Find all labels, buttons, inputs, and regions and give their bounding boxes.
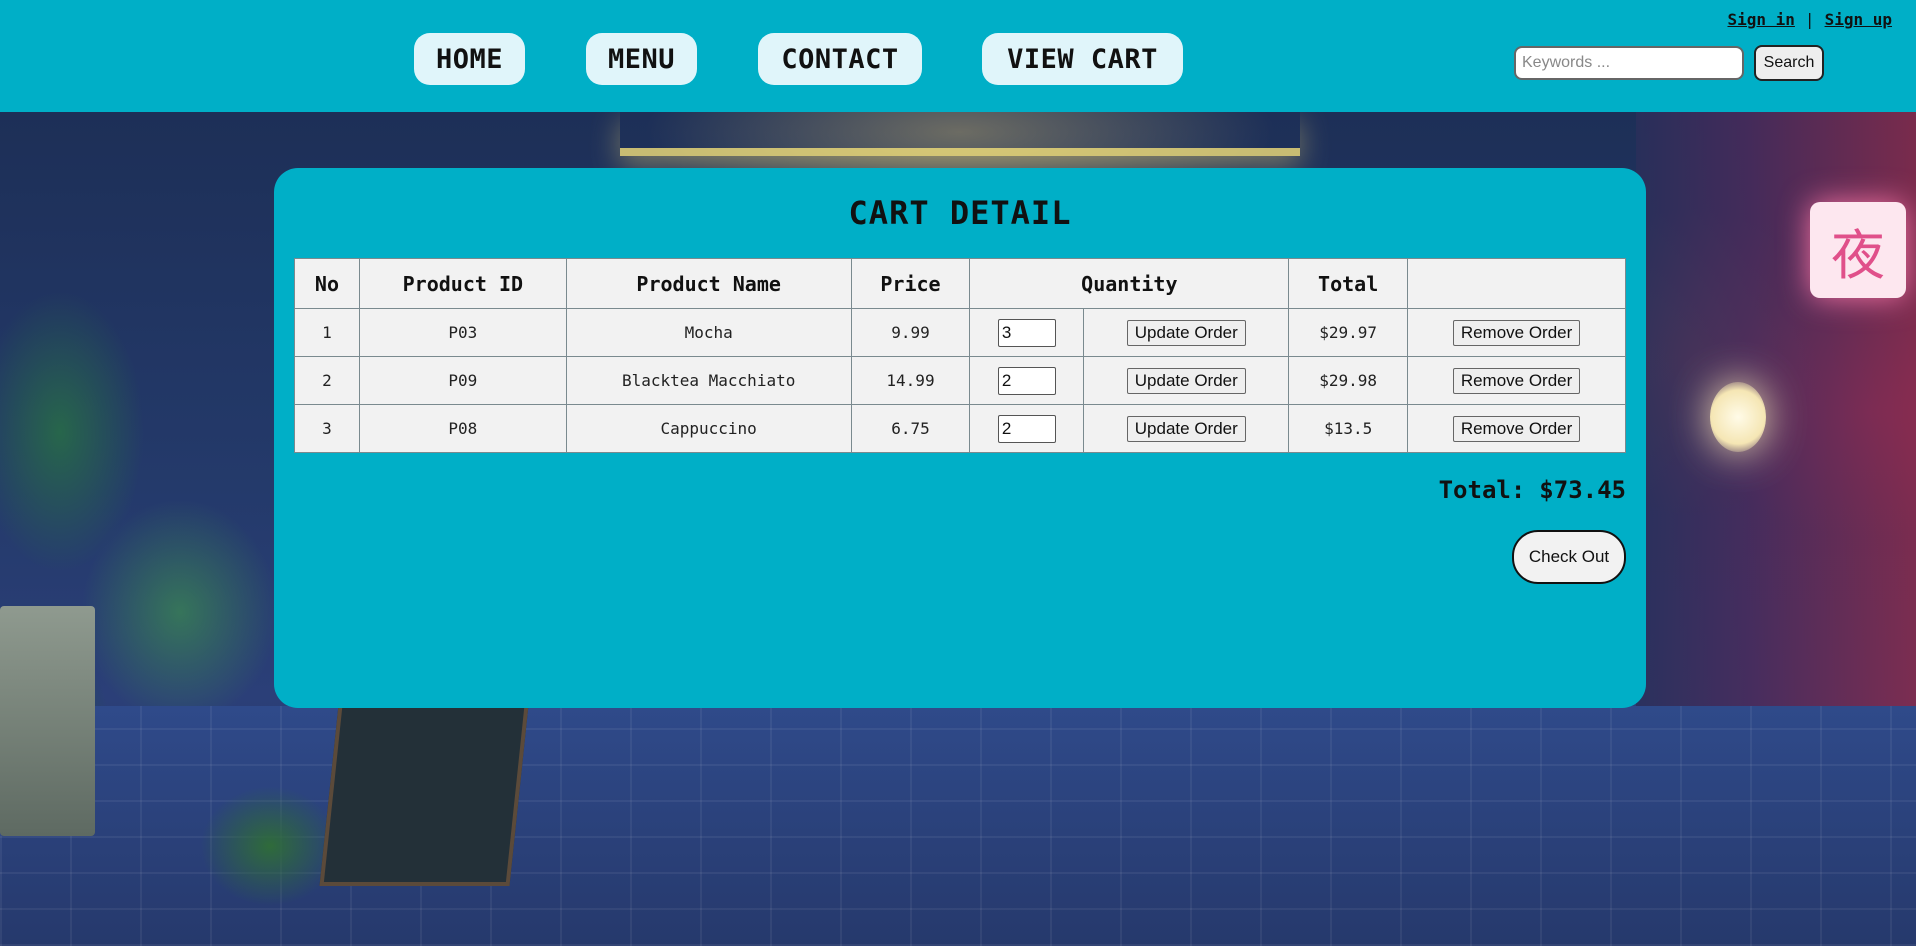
trash-bin xyxy=(0,606,95,836)
update-order-button[interactable]: Update Order xyxy=(1126,367,1246,394)
remove-order-button[interactable]: Remove Order xyxy=(1452,415,1581,442)
checkout-button[interactable]: Check Out xyxy=(1512,530,1626,584)
neon-sign-strip xyxy=(620,112,1300,156)
cell-no: 2 xyxy=(294,356,360,405)
grand-total-value: $73.45 xyxy=(1539,476,1626,504)
column-header-product-id: Product ID xyxy=(358,258,567,309)
column-header-actions xyxy=(1407,258,1626,309)
cell-product-name: Blacktea Macchiato xyxy=(565,356,852,405)
cell-quantity xyxy=(969,308,1085,357)
cell-no: 1 xyxy=(294,308,360,357)
site-header: HOME MENU CONTACT VIEW CART Sign in | Si… xyxy=(0,0,1916,112)
sign-in-link[interactable]: Sign in xyxy=(1727,10,1794,29)
quantity-input[interactable] xyxy=(997,414,1056,443)
cell-product-name: Cappuccino xyxy=(565,404,852,453)
cell-total: $29.98 xyxy=(1288,356,1409,405)
column-header-no: No xyxy=(294,258,360,309)
column-header-product-name: Product Name xyxy=(565,258,852,309)
quantity-input[interactable] xyxy=(997,366,1056,395)
auth-separator: | xyxy=(1804,10,1815,29)
cell-remove: Remove Order xyxy=(1407,308,1626,357)
cell-quantity xyxy=(969,356,1085,405)
cell-no: 3 xyxy=(294,404,360,453)
cell-remove: Remove Order xyxy=(1407,356,1626,405)
cell-price: 14.99 xyxy=(850,356,971,405)
cell-total: $13.5 xyxy=(1288,404,1409,453)
hanging-lamp xyxy=(1710,382,1766,452)
nav-home-button[interactable]: HOME xyxy=(414,33,525,85)
table-row: 1 P03 Mocha 9.99 Update Order $29.97 Rem… xyxy=(294,308,1626,357)
page-title: CART DETAIL xyxy=(848,194,1072,232)
table-row: 3 P08 Cappuccino 6.75 Update Order $13.5… xyxy=(294,404,1626,453)
cell-total: $29.97 xyxy=(1288,308,1409,357)
update-order-button[interactable]: Update Order xyxy=(1126,319,1246,346)
search-input[interactable] xyxy=(1514,46,1744,80)
sign-up-link[interactable]: Sign up xyxy=(1825,10,1892,29)
update-order-button[interactable]: Update Order xyxy=(1126,415,1246,442)
column-header-quantity: Quantity xyxy=(969,258,1290,309)
cart-table: No Product ID Product Name Price Quantit… xyxy=(294,258,1626,453)
column-header-total: Total xyxy=(1288,258,1409,309)
nav-view-cart-button[interactable]: VIEW CART xyxy=(982,33,1183,85)
nav-menu-button[interactable]: MENU xyxy=(586,33,697,85)
quantity-input[interactable] xyxy=(997,318,1056,347)
cell-quantity xyxy=(969,404,1085,453)
potted-plant xyxy=(200,786,340,906)
cell-product-id: P08 xyxy=(358,404,567,453)
remove-order-button[interactable]: Remove Order xyxy=(1452,319,1581,346)
cell-price: 9.99 xyxy=(850,308,971,357)
remove-order-button[interactable]: Remove Order xyxy=(1452,367,1581,394)
chalk-menu-board xyxy=(319,686,531,886)
cell-product-id: P09 xyxy=(358,356,567,405)
column-header-price: Price xyxy=(850,258,971,309)
auth-links: Sign in | Sign up xyxy=(1727,10,1892,29)
cell-update: Update Order xyxy=(1083,404,1290,453)
search-bar: Search xyxy=(1514,45,1824,81)
cell-remove: Remove Order xyxy=(1407,404,1626,453)
cell-price: 6.75 xyxy=(850,404,971,453)
cart-panel: CART DETAIL No Product ID Product Name P… xyxy=(274,168,1646,708)
search-button[interactable]: Search xyxy=(1754,45,1824,81)
kanji-lantern-sign: 夜 xyxy=(1810,202,1906,298)
grand-total: Total: $73.45 xyxy=(1439,476,1626,504)
nav-contact-button[interactable]: CONTACT xyxy=(758,33,922,85)
cell-update: Update Order xyxy=(1083,356,1290,405)
cell-product-name: Mocha xyxy=(565,308,852,357)
table-header-row: No Product ID Product Name Price Quantit… xyxy=(294,258,1626,309)
grand-total-label: Total: xyxy=(1438,476,1526,504)
table-row: 2 P09 Blacktea Macchiato 14.99 Update Or… xyxy=(294,356,1626,405)
cell-update: Update Order xyxy=(1083,308,1290,357)
cell-product-id: P03 xyxy=(358,308,567,357)
